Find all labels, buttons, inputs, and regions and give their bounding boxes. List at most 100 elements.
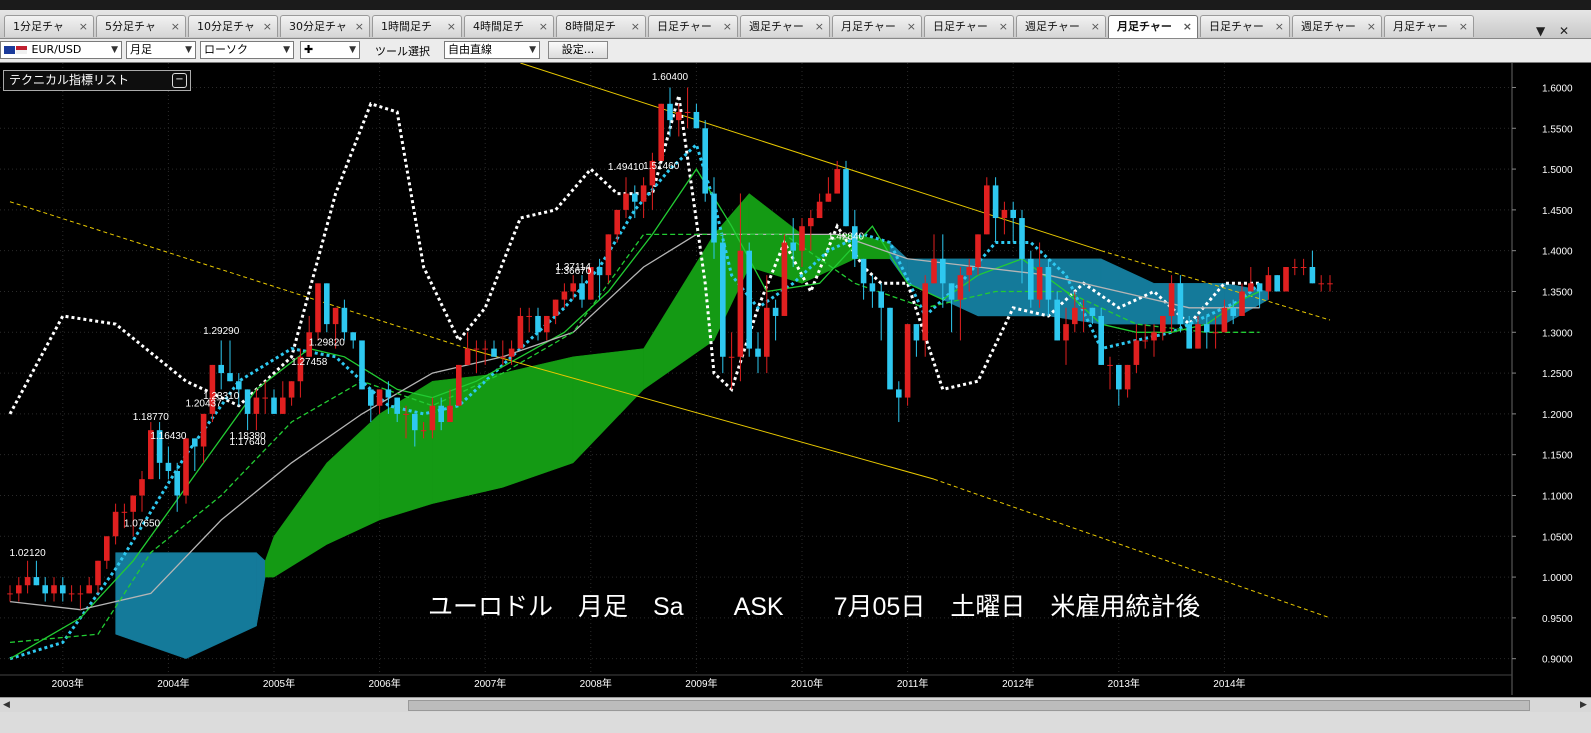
candle-body (1001, 209, 1008, 219)
indicator-list-panel[interactable]: テクニカル指標リスト − (3, 70, 191, 91)
tab-12[interactable]: 月足チャー × (1108, 15, 1198, 38)
tab-label: 週足チャー (749, 20, 804, 33)
candle (262, 381, 268, 414)
cloud-segment (256, 552, 266, 627)
tab-close-icon[interactable]: × (1459, 16, 1468, 37)
minimize-button[interactable]: ▼ (1536, 24, 1545, 38)
y-tick-label: 1.2000 (1542, 410, 1573, 421)
cloud-segment (264, 536, 275, 578)
tab-14[interactable]: 週足チャー × (1292, 15, 1382, 37)
candle (702, 120, 708, 202)
tab-close-icon[interactable]: × (355, 16, 364, 37)
horizontal-scrollbar[interactable]: ◀ ▶ (0, 697, 1591, 712)
x-tick-label: 2005年 (263, 677, 295, 690)
chart-style-select[interactable]: ローソク ▼ (200, 41, 294, 59)
candle-body (1054, 299, 1060, 341)
tab-11[interactable]: 週足チャー × (1016, 15, 1106, 37)
candle-body (711, 193, 717, 243)
candle-body (491, 348, 497, 357)
candle (922, 275, 928, 357)
scroll-right-icon[interactable]: ▶ (1580, 698, 1587, 712)
candle (746, 242, 752, 357)
tab-close-icon[interactable]: × (171, 16, 180, 37)
symbol-select[interactable]: EUR/USD ▼ (0, 41, 122, 59)
candle-body (632, 193, 638, 202)
tab-close-icon[interactable]: × (1367, 16, 1376, 37)
tab-close-icon[interactable]: × (907, 16, 916, 37)
tab-close-icon[interactable]: × (447, 16, 456, 37)
tab-0[interactable]: 1分足チャ × (4, 15, 94, 37)
y-tick-label: 1.4500 (1542, 206, 1573, 217)
tab-label: 4時間足チ (473, 20, 524, 33)
candle (473, 340, 480, 374)
tab-3[interactable]: 30分足チャ × (280, 15, 370, 37)
tab-close-icon[interactable]: × (263, 16, 272, 37)
candle-body (1142, 340, 1148, 342)
candle-body (271, 397, 277, 414)
tab-close-icon[interactable]: × (631, 16, 640, 37)
tab-5[interactable]: 4時間足チ × (464, 15, 554, 37)
candle-body (816, 201, 823, 219)
candle-body (1230, 307, 1236, 316)
chart-area[interactable]: 1.02120 1.07650 1.18380 1.17640 1.29290 1.366… (0, 63, 1591, 696)
tab-2[interactable]: 10分足チャ × (188, 15, 278, 37)
candle-body (1300, 267, 1307, 268)
candle-body (948, 283, 955, 300)
tab-8[interactable]: 週足チャー × (740, 15, 830, 37)
tab-close-icon[interactable]: × (1275, 16, 1284, 37)
candle (781, 234, 788, 316)
candle-body (86, 585, 92, 594)
tab-close-icon[interactable]: × (1183, 16, 1192, 37)
tab-close-icon[interactable]: × (999, 16, 1008, 37)
tab-close-icon[interactable]: × (815, 16, 824, 37)
tab-10[interactable]: 日足チャー × (924, 15, 1014, 37)
candle-body (887, 307, 893, 390)
close-window-button[interactable]: ✕ (1559, 24, 1569, 38)
tab-1[interactable]: 5分足チャ × (96, 15, 186, 37)
tab-4[interactable]: 1時間足チ × (372, 15, 462, 37)
candle-body (843, 169, 849, 227)
candle (324, 283, 330, 333)
tab-close-icon[interactable]: × (79, 16, 88, 37)
candle-body (1212, 332, 1219, 334)
candle-body (1318, 283, 1324, 285)
candle (200, 413, 207, 463)
candle-body (1292, 267, 1298, 268)
tab-13[interactable]: 日足チャー × (1200, 15, 1290, 37)
candle (16, 577, 22, 602)
scroll-left-icon[interactable]: ◀ (3, 698, 10, 712)
candle-body (667, 103, 673, 121)
tab-9[interactable]: 月足チャー × (832, 15, 922, 37)
indicator-list-title: テクニカル指標リスト (9, 73, 130, 87)
candle-body (508, 348, 515, 357)
cursor-mode-select[interactable]: ✚ ▼ (300, 41, 360, 59)
tab-7[interactable]: 日足チャー × (648, 15, 738, 37)
price-annotation: 1.20437 (186, 398, 223, 409)
candle-body (984, 185, 990, 235)
period-select[interactable]: 月足 ▼ (126, 41, 196, 59)
tool-label: ツール選択 (375, 45, 430, 58)
tab-close-icon[interactable]: × (1091, 16, 1100, 37)
x-tick-label: 2009年 (685, 677, 717, 690)
y-tick-label: 1.3000 (1542, 328, 1573, 339)
candle-body (1072, 307, 1078, 325)
candle (1177, 275, 1184, 333)
chart-title: ユーロドル 月足 Sa ASK 7月05日 土曜日 米雇用統計後 (428, 593, 1200, 621)
candle-body (420, 430, 427, 432)
tab-15[interactable]: 月足チャー × (1384, 15, 1474, 37)
price-annotation: 1.49410 (608, 162, 645, 173)
x-tick-label: 2003年 (52, 677, 84, 690)
candle (684, 87, 691, 129)
tab-6[interactable]: 8時間足チ × (556, 15, 646, 37)
y-tick-label: 1.3500 (1542, 287, 1573, 298)
tab-close-icon[interactable]: × (539, 16, 548, 37)
candle-body (1309, 267, 1316, 284)
settings-button[interactable]: 設定... (548, 41, 608, 59)
tool-select[interactable]: 自由直線 ▼ (444, 41, 540, 59)
x-tick-label: 2004年 (157, 677, 189, 690)
scroll-thumb[interactable] (408, 700, 1530, 711)
collapse-icon[interactable]: − (172, 73, 187, 88)
tab-label: 30分足チャ (289, 20, 347, 33)
tab-close-icon[interactable]: × (723, 16, 732, 37)
y-tick-label: 1.6000 (1542, 83, 1573, 94)
